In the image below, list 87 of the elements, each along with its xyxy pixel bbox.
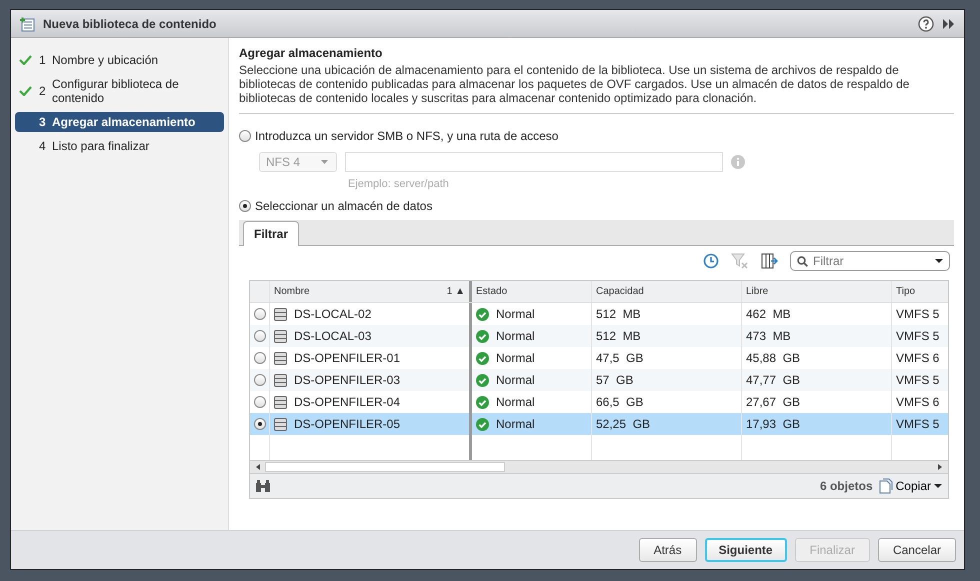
column-header[interactable]: Nombre 1 ▲: [270, 281, 472, 302]
status-text: Normal: [496, 307, 535, 321]
status-ok-icon: [476, 418, 489, 430]
radio-button[interactable]: [254, 418, 266, 430]
option-label[interactable]: Seleccionar un almacén de datos: [255, 199, 432, 213]
datastore-icon: [274, 396, 287, 408]
section-title: Agregar almacenamiento: [239, 46, 384, 60]
clock-icon[interactable]: [703, 253, 719, 269]
horizontal-scrollbar[interactable]: [250, 460, 948, 473]
table-row[interactable]: DS-OPENFILER-03 Normal 57 GB 47,77 GB VMFS 5: [250, 369, 948, 391]
expand-icon[interactable]: [942, 18, 956, 30]
path-hint: Ejemplo: server/path: [348, 178, 450, 190]
radio-button[interactable]: [254, 396, 266, 408]
datastore-name: DS-LOCAL-03: [294, 329, 372, 343]
type-cell-text: VMFS 5: [895, 328, 940, 345]
type-cell-text: VMFS 6: [895, 394, 940, 411]
clear-filter-icon[interactable]: [731, 253, 749, 269]
filter-tab[interactable]: Filtrar: [243, 221, 300, 246]
datastore-icon: [274, 374, 287, 386]
type-cell-text: VMFS 5: [895, 372, 940, 389]
datastore-name: DS-OPENFILER-05: [294, 417, 400, 431]
column-header[interactable]: Estado: [472, 281, 592, 302]
dialog-button[interactable]: Cancelar: [878, 538, 956, 562]
status-ok-icon: [476, 308, 489, 320]
scroll-right-icon: [936, 463, 944, 471]
datastore-name: DS-LOCAL-02: [294, 307, 372, 321]
type-cell-text: VMFS 5: [895, 416, 940, 433]
caret-icon: [321, 160, 328, 164]
help-icon: [918, 16, 934, 32]
wizard-step[interactable]: 4 Listo para finalizar: [15, 136, 224, 156]
check-icon: [19, 86, 32, 96]
document-icon: [878, 478, 893, 494]
caret-icon: [935, 259, 943, 263]
window-title: Nueva biblioteca de contenido: [43, 16, 216, 30]
datastore-icon: [274, 330, 287, 342]
status-text: Normal: [496, 329, 535, 343]
wizard-step[interactable]: 1 Nombre y ubicación: [15, 50, 224, 70]
datastore-name: DS-OPENFILER-01: [294, 351, 400, 365]
datastore-icon: [274, 418, 287, 430]
radio-button[interactable]: [254, 352, 266, 364]
next-button[interactable]: Siguiente: [704, 538, 787, 562]
status-ok-icon: [476, 352, 489, 364]
status-ok-icon: [476, 374, 489, 386]
sort-indicator: 1 ▲: [446, 286, 465, 297]
datastore-icon: [274, 352, 287, 364]
info-icon: [731, 155, 745, 169]
status-text: Normal: [496, 417, 535, 431]
scroll-left-icon: [254, 463, 262, 471]
capacity-cell: 57 GB: [592, 369, 742, 391]
section-description: Seleccione una ubicación de almacenamiento para el contenido de la biblioteca. Use un sistema de archivos de respaldo de bibliotecas de contenido publicadas para almacenar los paquetes de OVF cargados. Use un almacén de datos de respaldo de bibliotecas de contenido locales y suscritas para almacenar contenido optimizado para clonación.: [239, 63, 910, 105]
type-cell-text: VMFS 6: [895, 350, 940, 367]
library-icon: [19, 16, 35, 32]
wizard-step[interactable]: 3 Agregar almacenamiento: [15, 112, 224, 132]
radio-button[interactable]: [239, 130, 251, 142]
option-label[interactable]: Introduzca un servidor SMB o NFS, y una ruta de acceso: [255, 129, 558, 143]
table-row[interactable]: DS-LOCAL-03 Normal 512 MB 473 MB VMFS 5: [250, 325, 948, 347]
radio-button[interactable]: [254, 374, 266, 386]
datastore-name: DS-OPENFILER-03: [294, 373, 400, 387]
binoculars-icon[interactable]: [256, 480, 270, 492]
columns-icon[interactable]: [761, 253, 778, 269]
capacity-cell: 512 MB: [592, 325, 742, 347]
status-text: Normal: [496, 395, 535, 409]
check-icon: [19, 55, 32, 65]
status-text: Normal: [496, 351, 535, 365]
radio-button[interactable]: [254, 330, 266, 342]
column-header[interactable]: Libre: [742, 281, 892, 302]
search-icon: [797, 256, 808, 266]
copy-button[interactable]: Copiar: [878, 478, 942, 494]
dialog-button[interactable]: Atrás: [638, 538, 697, 562]
column-header[interactable]: Capacidad: [592, 281, 742, 302]
datastore-name: DS-OPENFILER-04: [294, 395, 400, 409]
radio-button[interactable]: [239, 200, 251, 212]
column-label: Nombre: [274, 286, 310, 297]
free-cell: 473 MB: [742, 325, 892, 347]
status-ok-icon: [476, 330, 489, 342]
status-text: Normal: [496, 373, 535, 387]
filter-field[interactable]: Filtrar: [790, 251, 950, 271]
object-count: 6 objetos: [820, 479, 873, 493]
free-cell: 47,77 GB: [742, 369, 892, 391]
radio-button[interactable]: [254, 308, 266, 320]
type-cell-text: VMFS 5: [895, 306, 940, 323]
datastore-icon: [274, 308, 287, 320]
scrollbar-thumb[interactable]: [265, 462, 505, 472]
column-header[interactable]: Tipo: [892, 281, 948, 302]
caret-icon: [934, 484, 942, 488]
table-row[interactable]: DS-OPENFILER-05 Normal 52,25 GB 17,93 GB VMFS 5: [250, 413, 948, 435]
status-ok-icon: [476, 396, 489, 408]
